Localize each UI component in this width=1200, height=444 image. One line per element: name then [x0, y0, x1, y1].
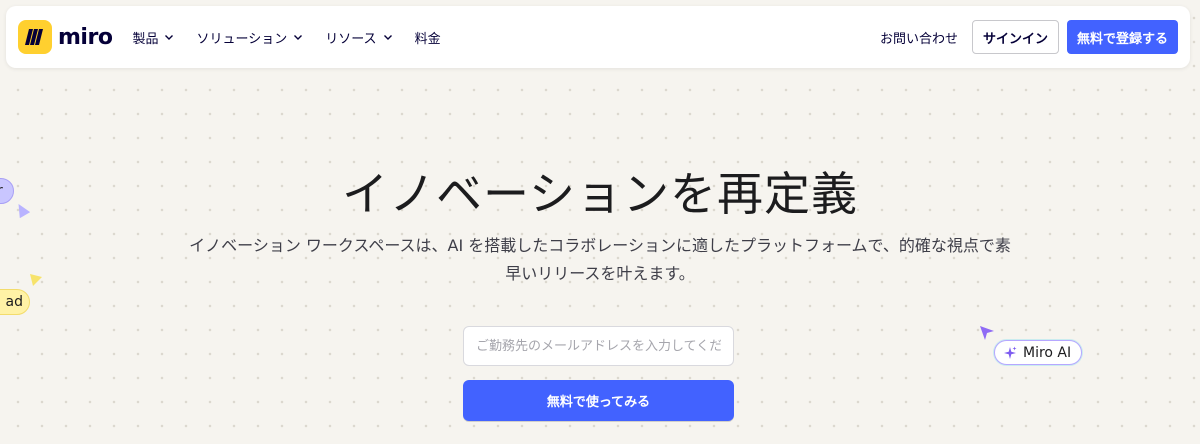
- contact-link[interactable]: お問い合わせ: [880, 28, 958, 47]
- logo-text: miro: [58, 24, 113, 50]
- signin-button[interactable]: サインイン: [971, 20, 1059, 54]
- miro-ai-tag: Miro AI: [994, 340, 1083, 365]
- chevron-down-icon: [165, 35, 174, 40]
- hero-subtitle-line: 早いリリースを叶えます。: [505, 264, 695, 283]
- site-header: miro 製品 ソリューション リソース 料金 お問い合わせ サインイン 無料で…: [6, 6, 1190, 68]
- nav-item-pricing[interactable]: 料金: [415, 28, 441, 47]
- email-input[interactable]: [463, 326, 734, 366]
- miro-ai-label: Miro AI: [1023, 344, 1072, 361]
- nav-item-resources[interactable]: リソース: [325, 28, 392, 47]
- header-actions: お問い合わせ サインイン 無料で登録する: [880, 20, 1178, 54]
- nav-item-label: ソリューション: [196, 31, 288, 47]
- main-nav: 製品 ソリューション リソース 料金: [132, 28, 440, 47]
- collaborator-tag-text: ad: [5, 294, 23, 310]
- cursor-arrow-icon: [980, 326, 994, 340]
- signup-button[interactable]: 無料で登録する: [1066, 20, 1178, 54]
- try-free-button[interactable]: 無料で使ってみる: [463, 380, 734, 421]
- nav-item-products[interactable]: 製品: [132, 28, 174, 47]
- collaborator-tag: ad: [0, 289, 30, 315]
- hero-subtitle-line: イノベーション ワークスペースは、AI を搭載したコラボレーションに適したプラッ…: [189, 236, 1011, 255]
- hero-subtitle: イノベーション ワークスペースは、AI を搭載したコラボレーションに適したプラッ…: [110, 232, 1090, 288]
- cursor-arrow-icon: [30, 274, 42, 286]
- sparkle-icon: [1004, 346, 1017, 359]
- miro-logo-icon: [18, 20, 52, 54]
- chevron-down-icon: [383, 35, 392, 40]
- nav-item-solutions[interactable]: ソリューション: [196, 28, 303, 47]
- hero-title: イノベーションを再定義: [341, 167, 859, 221]
- miro-logo[interactable]: miro: [18, 20, 113, 54]
- nav-item-label: 料金: [414, 31, 441, 47]
- nav-item-label: 製品: [132, 31, 159, 47]
- chevron-down-icon: [294, 35, 303, 40]
- nav-item-label: リソース: [325, 31, 377, 47]
